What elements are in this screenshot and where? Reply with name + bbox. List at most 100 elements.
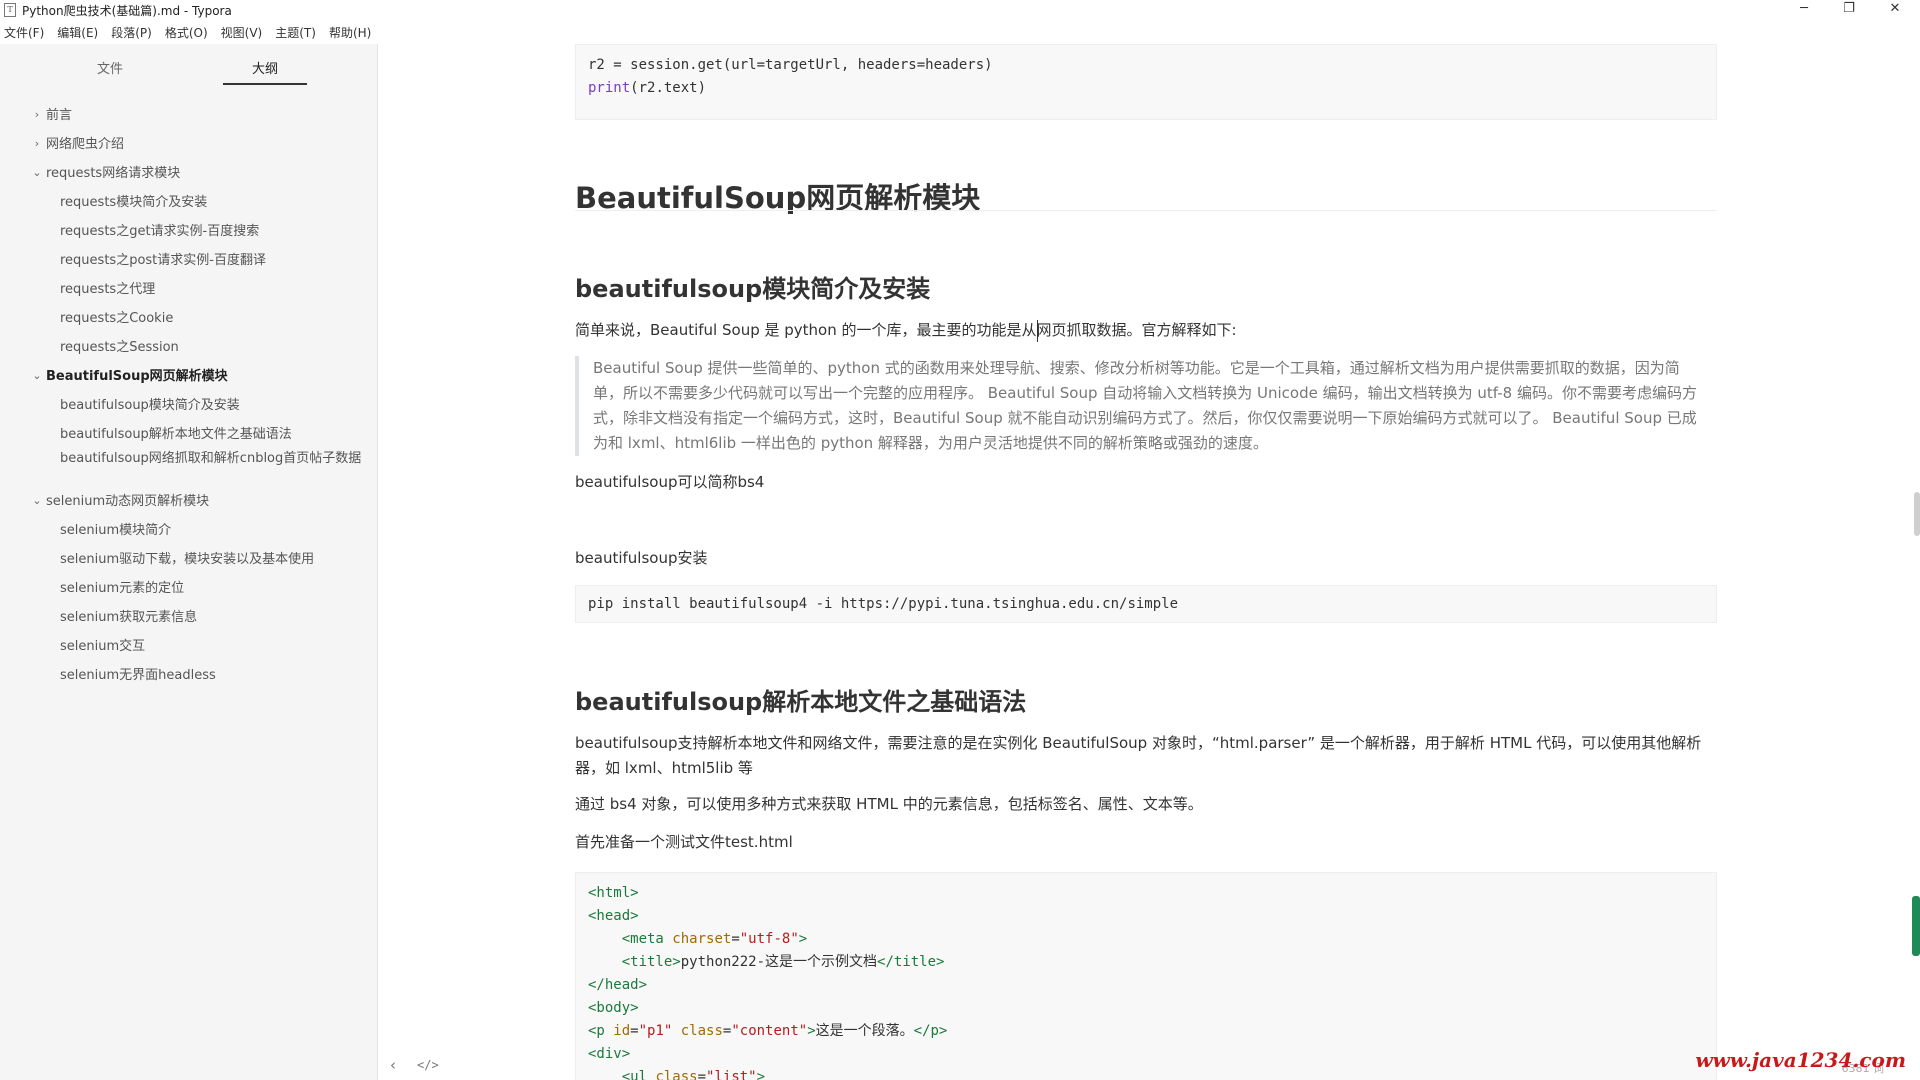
code-attr: class <box>680 1023 723 1039</box>
code-block-test-html[interactable]: <html> <head> <meta charset="utf-8"> <ti… <box>575 872 1717 1080</box>
code-line: <div> <box>588 1043 1704 1066</box>
outline-item-selenium-interact[interactable]: selenium交互 <box>60 639 145 655</box>
outline-item-requests-post[interactable]: requests之post请求实例-百度翻译 <box>60 253 266 269</box>
code-tag: > <box>756 1069 766 1080</box>
menu-paragraph[interactable]: 段落(P) <box>111 24 152 41</box>
code-line: r2 = session.get(url=targetUrl, headers=… <box>588 57 993 73</box>
outline-item-crawler-intro[interactable]: 网络爬虫介绍 <box>46 137 124 153</box>
outline-item-selenium-headless[interactable]: selenium无界面headless <box>60 668 216 684</box>
code-tag: </head> <box>588 977 648 993</box>
blockquote: Beautiful Soup 提供一些简单的、python 式的函数用来处理导航… <box>575 356 1697 456</box>
local-paragraph-1: beautifulsoup支持解析本地文件和网络文件，需要注意的是在实例化 Be… <box>575 734 1702 777</box>
tab-files[interactable]: 文件 <box>97 58 123 77</box>
menu-theme[interactable]: 主题(T) <box>275 24 316 41</box>
chevron-right-icon[interactable]: › <box>32 108 42 121</box>
title-bar: T Python爬虫技术(基础篇).md - Typora <box>0 0 1920 20</box>
code-line: <meta charset="utf-8"> <box>588 928 1704 951</box>
code-tag: <head> <box>588 908 639 924</box>
outline-item-selenium-intro[interactable]: selenium模块简介 <box>60 523 171 539</box>
intro-paragraph: 简单来说，Beautiful Soup 是 python 的一个库，最主要的功能… <box>575 321 1237 339</box>
code-string: "content" <box>731 1023 808 1039</box>
watermark-logo: www.java1234.com <box>1695 1048 1906 1072</box>
menu-file[interactable]: 文件(F) <box>4 24 44 41</box>
code-line: pip install beautifulsoup4 -i https://py… <box>588 596 1179 612</box>
bs4-install-label: beautifulsoup安装 <box>575 549 708 567</box>
sidebar-tabs: 文件 大纲 <box>0 44 377 88</box>
code-line: <p id="p1" class="content">这是一个段落。</p> <box>588 1020 1704 1043</box>
code-block-session[interactable]: r2 = session.get(url=targetUrl, headers=… <box>575 44 1717 120</box>
document: r2 = session.get(url=targetUrl, headers=… <box>575 44 1717 1080</box>
code-line: <ul class="list"> <box>588 1066 1704 1080</box>
code-string: "list" <box>706 1069 757 1080</box>
restore-button[interactable]: ❐ <box>1829 0 1869 20</box>
outline-item-bs4-local[interactable]: beautifulsoup解析本地文件之基础语法 <box>60 427 292 443</box>
menu-help[interactable]: 帮助(H) <box>329 24 371 41</box>
outline-item-requests-install[interactable]: requests模块简介及安装 <box>60 195 207 211</box>
outline-item-beautifulsoup[interactable]: BeautifulSoup网页解析模块 <box>46 369 228 385</box>
outline-item-preface[interactable]: 前言 <box>46 108 72 124</box>
active-tab-indicator <box>223 83 307 85</box>
chevron-right-icon[interactable]: › <box>32 137 42 150</box>
menu-bar: 文件(F) 编辑(E) 段落(P) 格式(O) 视图(V) 主题(T) 帮助(H… <box>0 22 384 42</box>
code-tag: <ul <box>621 1069 656 1080</box>
outline-item-requests-session[interactable]: requests之Session <box>60 340 179 356</box>
scroll-indicator[interactable] <box>1912 896 1920 956</box>
menu-format[interactable]: 格式(O) <box>165 24 208 41</box>
code-attr: id <box>613 1023 631 1039</box>
code-tag: <p <box>588 1023 614 1039</box>
outline-item-requests-proxy[interactable]: requests之代理 <box>60 282 155 298</box>
code-text: = <box>630 1023 639 1039</box>
code-block-install[interactable]: pip install beautifulsoup4 -i https://py… <box>575 585 1717 623</box>
chevron-down-icon[interactable]: ⌄ <box>32 494 42 507</box>
code-attr: charset <box>672 931 732 947</box>
code-string: "p1" <box>638 1023 673 1039</box>
tab-outline[interactable]: 大纲 <box>252 58 278 77</box>
code-text: = <box>731 931 740 947</box>
chevron-down-icon[interactable]: ⌄ <box>32 166 42 179</box>
menu-edit[interactable]: 编辑(E) <box>57 24 98 41</box>
bs4-abbreviation-text: beautifulsoup可以简称bs4 <box>575 473 765 491</box>
outline-item-selenium[interactable]: selenium动态网页解析模块 <box>46 494 209 510</box>
code-tag: <html> <box>588 885 639 901</box>
heading-bs4-intro: beautifulsoup模块简介及安装 <box>575 275 931 303</box>
code-tag: <meta <box>621 931 673 947</box>
outline-item-selenium-driver[interactable]: selenium驱动下载，模块安装以及基本使用 <box>60 552 314 568</box>
code-line: </head> <box>588 974 1704 997</box>
local-paragraph-2: 通过 bs4 对象，可以使用多种方式来获取 HTML 中的元素信息，包括标签名、… <box>575 795 1203 813</box>
outline-item-bs4-cnblog[interactable]: beautifulsoup网络抓取和解析cnblog首页帖子数据 <box>60 451 372 467</box>
code-line: <title>python222-这是一个示例文档</title> <box>588 951 1704 974</box>
text-cursor <box>1037 320 1038 342</box>
code-line: <head> <box>588 905 1704 928</box>
code-tag: </p> <box>913 1023 948 1039</box>
close-button[interactable]: ✕ <box>1875 0 1915 20</box>
outline-item-bs4-install[interactable]: beautifulsoup模块简介及安装 <box>60 398 240 414</box>
outline-item-requests[interactable]: requests网络请求模块 <box>46 166 180 182</box>
code-tag: > <box>807 1023 816 1039</box>
scrollbar-thumb[interactable] <box>1914 492 1920 536</box>
code-tag: <div> <box>588 1046 631 1062</box>
heading-bs4-local: beautifulsoup解析本地文件之基础语法 <box>575 688 1027 716</box>
outline-item-requests-get[interactable]: requests之get请求实例-百度搜索 <box>60 224 259 240</box>
code-text: python222-这是一个示例文档 <box>680 954 878 970</box>
menu-view[interactable]: 视图(V) <box>221 24 263 41</box>
code-tag: > <box>798 931 808 947</box>
code-keyword: print <box>588 80 631 96</box>
outline-item-selenium-info[interactable]: selenium获取元素信息 <box>60 610 197 626</box>
code-text: = <box>697 1069 707 1080</box>
minimize-button[interactable]: ─ <box>1784 0 1824 20</box>
window-title: Python爬虫技术(基础篇).md - Typora <box>22 3 232 18</box>
sidebar: 文件 大纲 › 前言 › 网络爬虫介绍 ⌄ requests网络请求模块 req… <box>0 44 378 1080</box>
outline-item-requests-cookie[interactable]: requests之Cookie <box>60 311 173 327</box>
code-tag: </title> <box>877 954 945 970</box>
chevron-down-icon[interactable]: ⌄ <box>32 369 42 382</box>
code-text: (r2.text) <box>630 80 707 96</box>
code-line: <body> <box>588 997 1704 1020</box>
outline-item-selenium-locate[interactable]: selenium元素的定位 <box>60 581 184 597</box>
heading-divider <box>575 210 1717 211</box>
code-line: print(r2.text) <box>588 77 1704 100</box>
code-attr: class <box>655 1069 698 1080</box>
